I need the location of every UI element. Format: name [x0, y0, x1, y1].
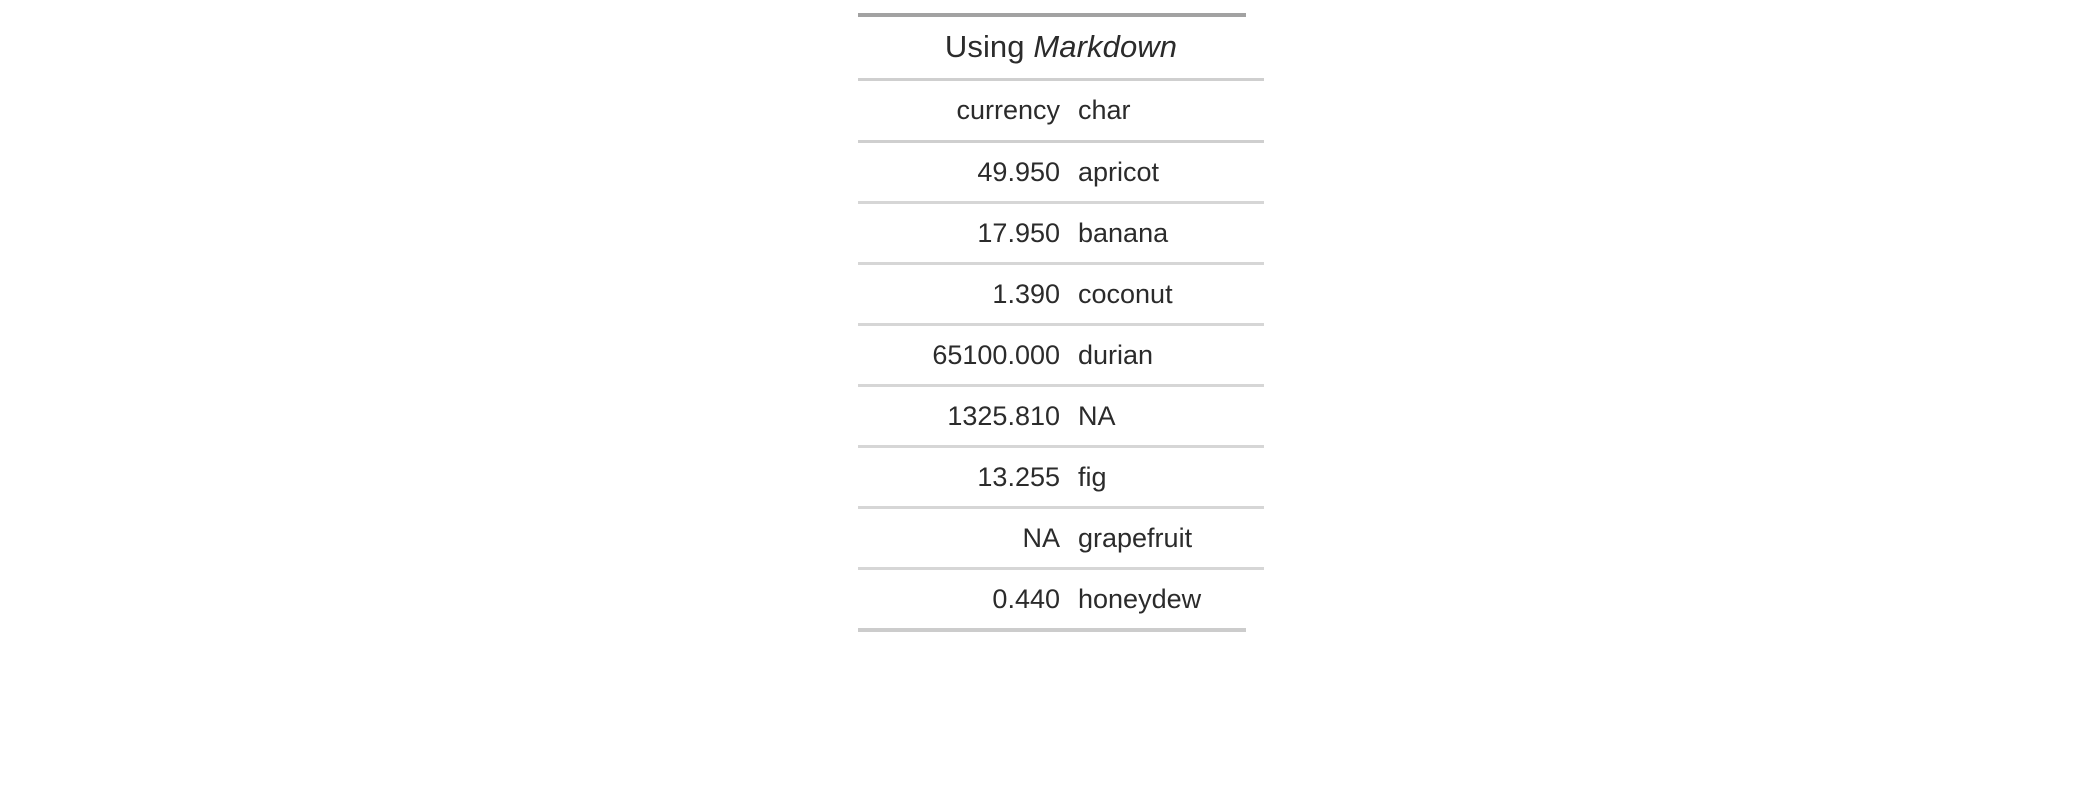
- table-bottom-rule: [858, 628, 1246, 632]
- cell-currency: 13.255: [858, 446, 1068, 509]
- cell-char: apricot: [1068, 141, 1264, 204]
- table-row: NA grapefruit: [858, 507, 1264, 570]
- cell-currency: 1.390: [858, 263, 1068, 326]
- cell-currency: NA: [858, 507, 1068, 570]
- cell-char: durian: [1068, 324, 1264, 387]
- table-row: 0.440 honeydew: [858, 569, 1264, 629]
- table-header-row: currency char: [858, 81, 1264, 143]
- cell-currency: 0.440: [992, 584, 1060, 614]
- table-row: 1.390 coconut: [858, 263, 1264, 326]
- table-body: 49.950 apricot 17.950 banana 1.390 cocon…: [858, 141, 1264, 629]
- page-canvas: Using Markdown currency char 49.950 apri…: [0, 0, 2100, 794]
- cell-char: grapefruit: [1068, 507, 1264, 570]
- cell-char: banana: [1068, 202, 1264, 265]
- markdown-table-container: Using Markdown currency char 49.950 apri…: [858, 13, 1264, 632]
- cell-currency: 17.950: [858, 202, 1068, 265]
- cell-char: coconut: [1068, 263, 1264, 326]
- table-title-plain: Using: [944, 29, 1034, 64]
- cell-currency: 1325.810: [858, 385, 1068, 448]
- table-title: Using Markdown: [858, 17, 1264, 81]
- cell-currency: 49.950: [858, 141, 1068, 204]
- column-header-currency: currency: [858, 81, 1068, 143]
- cell-char: honeydew: [1078, 584, 1202, 614]
- table-row: 13.255 fig: [858, 446, 1264, 509]
- cell-currency: 65100.000: [858, 324, 1068, 387]
- markdown-table: Using Markdown currency char 49.950 apri…: [858, 17, 1264, 628]
- table-row: 65100.000 durian: [858, 324, 1264, 387]
- table-row: 49.950 apricot: [858, 141, 1264, 204]
- table-row: 1325.810 NA: [858, 385, 1264, 448]
- cell-char: fig: [1068, 446, 1264, 509]
- table-header: currency char: [858, 81, 1264, 143]
- table-row: 17.950 banana: [858, 202, 1264, 265]
- cell-char: NA: [1068, 385, 1264, 448]
- table-title-emphasis: Markdown: [1033, 29, 1178, 64]
- column-header-char: char: [1068, 81, 1264, 143]
